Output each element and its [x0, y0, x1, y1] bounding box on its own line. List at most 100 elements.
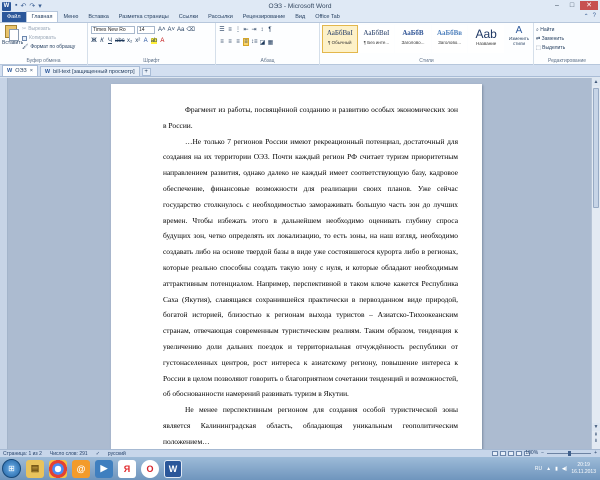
customize-qat-icon[interactable]: ▾	[38, 2, 42, 10]
underline-icon[interactable]: Ч	[107, 38, 113, 44]
select-button[interactable]: ⬚ Выделить	[536, 44, 565, 53]
tray-arrow-icon[interactable]: ▲	[546, 466, 551, 472]
vertical-scrollbar[interactable]: ▲ ▼ ⇞ ⇟	[591, 78, 600, 449]
style-no-spacing[interactable]: АаБбВвІ ¶ Без инте...	[358, 25, 395, 53]
find-button[interactable]: ⌕ Найти	[536, 26, 565, 35]
chrome-icon[interactable]	[49, 459, 67, 478]
replace-button[interactable]: ⇄ Заменить	[536, 35, 565, 44]
full-screen-icon[interactable]	[500, 451, 506, 456]
align-right-icon[interactable]: ≡	[235, 39, 241, 45]
line-spacing-icon[interactable]: ↕≡	[251, 39, 258, 45]
minimize-ribbon-icon[interactable]: ⌃	[584, 13, 589, 20]
style-normal[interactable]: АаБбВвІ ¶ Обычный	[322, 25, 358, 53]
doc-tab-oez[interactable]: W ОЭЗ ×	[2, 65, 38, 76]
format-painter-button[interactable]: 🖌 Формат по образцу	[22, 44, 75, 50]
numbering-icon[interactable]: ≡	[227, 27, 233, 33]
web-layout-icon[interactable]	[508, 451, 514, 456]
font-size-select[interactable]: 14	[137, 26, 155, 34]
superscript-icon[interactable]: x²	[135, 38, 141, 44]
clock[interactable]: 20:19 16.11.2013	[571, 462, 596, 476]
paragraph-intro[interactable]: Фрагмент из работы, посвящённой созданию…	[163, 102, 458, 134]
input-language[interactable]: RU	[535, 466, 542, 472]
tab-insert[interactable]: Вставка	[83, 12, 113, 22]
next-page-icon[interactable]: ⇟	[592, 438, 600, 444]
document-body[interactable]: Фрагмент из работы, посвящённой созданию…	[163, 102, 458, 449]
change-case-icon[interactable]: Aa	[177, 27, 184, 33]
word-taskbar-icon[interactable]: W	[164, 459, 182, 478]
multilevel-list-icon[interactable]: ⋮	[235, 26, 241, 33]
shrink-font-icon[interactable]: A˅	[168, 27, 176, 33]
shading-icon[interactable]: ◪	[260, 39, 266, 46]
tab-mailings[interactable]: Рассылки	[203, 12, 238, 22]
page-count[interactable]: Страница: 1 из 2	[3, 451, 42, 457]
mail-icon[interactable]: @	[72, 459, 90, 478]
opera-icon[interactable]: O	[141, 459, 159, 478]
tab-view[interactable]: Вид	[290, 12, 310, 22]
redo-icon[interactable]: ↷	[29, 2, 35, 10]
network-icon[interactable]: ▮	[555, 466, 558, 472]
change-styles-button[interactable]: A Изменить стили	[506, 25, 532, 46]
font-name-select[interactable]: Times New Ro	[91, 26, 135, 34]
justify-icon[interactable]: ≡	[243, 38, 249, 46]
word-logo-icon[interactable]: W	[2, 1, 11, 11]
language-indicator[interactable]: русский	[108, 451, 126, 457]
media-player-icon[interactable]: ▶	[95, 459, 113, 478]
copy-button[interactable]: Копировать	[22, 35, 56, 41]
italic-icon[interactable]: К	[99, 38, 105, 44]
document-page[interactable]: Фрагмент из работы, посвящённой созданию…	[111, 84, 482, 449]
strikethrough-icon[interactable]: abc	[115, 38, 125, 44]
increase-indent-icon[interactable]: ⇥	[251, 26, 257, 33]
show-marks-icon[interactable]: ¶	[267, 27, 273, 33]
tab-page-layout[interactable]: Разметка страницы	[114, 12, 174, 22]
scroll-down-icon[interactable]: ▼	[592, 423, 600, 431]
proofing-icon[interactable]: ✓	[96, 451, 100, 457]
highlight-icon[interactable]: ab	[150, 38, 158, 44]
paragraph-main[interactable]: …Не только 7 регионов России имеют рекре…	[163, 134, 458, 403]
style-heading-2[interactable]: АаБбВв Заголово...	[431, 25, 468, 53]
text-effects-icon[interactable]: A	[143, 38, 149, 44]
decrease-indent-icon[interactable]: ⇤	[243, 26, 249, 33]
zoom-level[interactable]: 100%	[525, 450, 538, 456]
print-layout-icon[interactable]	[492, 451, 498, 456]
close-tab-icon[interactable]: ×	[30, 66, 33, 76]
style-title[interactable]: Aab Название	[468, 25, 504, 53]
bullets-icon[interactable]: ☰	[219, 26, 225, 33]
explorer-icon[interactable]: ▤	[26, 459, 44, 478]
zoom-slider-thumb[interactable]	[567, 450, 571, 456]
minimize-button[interactable]: –	[550, 1, 564, 10]
scroll-thumb[interactable]	[593, 88, 599, 208]
paragraph-next[interactable]: Не менее перспективным регионом для созд…	[163, 402, 458, 449]
clear-format-icon[interactable]: ⌫	[186, 26, 194, 33]
zoom-slider[interactable]	[547, 450, 592, 456]
yandex-browser-icon[interactable]: Я	[118, 459, 136, 478]
style-heading-1[interactable]: АаБбВ Заголово...	[395, 25, 431, 53]
close-button[interactable]: ✕	[580, 1, 598, 10]
outline-icon[interactable]	[516, 451, 522, 456]
bold-icon[interactable]: Ж	[91, 38, 97, 44]
start-button[interactable]: ⊞	[2, 459, 21, 478]
maximize-button[interactable]: □	[565, 1, 579, 10]
zoom-out-icon[interactable]: −	[541, 450, 544, 456]
cut-button[interactable]: ✂ Вырезать	[22, 26, 50, 32]
font-color-icon[interactable]: A	[159, 38, 165, 44]
tab-review[interactable]: Рецензирование	[238, 12, 290, 22]
align-center-icon[interactable]: ≡	[227, 39, 233, 45]
tab-references[interactable]: Ссылки	[174, 12, 203, 22]
borders-icon[interactable]: ▦	[268, 39, 274, 46]
undo-icon[interactable]: ↶	[20, 2, 26, 10]
tab-office-tab[interactable]: Office Tab	[310, 12, 345, 22]
tab-file[interactable]: Файл	[2, 12, 26, 22]
doc-tab-bill-text[interactable]: W bill-text [защищенный просмотр]	[39, 66, 140, 76]
volume-icon[interactable]: ◀)	[562, 466, 568, 472]
word-count[interactable]: Число слов: 291	[50, 451, 88, 457]
paste-button[interactable]: Вставить	[2, 25, 23, 51]
save-icon[interactable]: ▪	[15, 2, 17, 10]
align-left-icon[interactable]: ≡	[219, 39, 225, 45]
new-tab-button[interactable]: +	[141, 68, 151, 76]
subscript-icon[interactable]: x₂	[127, 38, 133, 44]
grow-font-icon[interactable]: A˄	[158, 27, 166, 33]
scroll-up-icon[interactable]: ▲	[592, 78, 600, 86]
zoom-in-icon[interactable]: +	[594, 450, 597, 456]
tab-menu[interactable]: Меню	[58, 12, 83, 22]
tab-home[interactable]: Главная	[25, 11, 59, 22]
